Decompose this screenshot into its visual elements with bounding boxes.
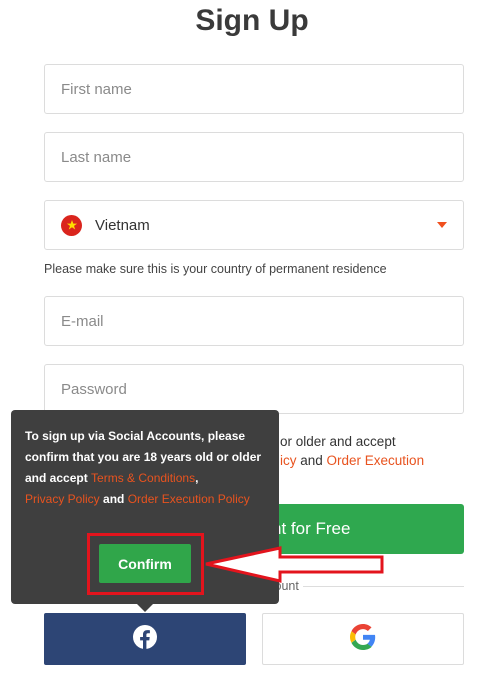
- country-select[interactable]: Vietnam: [44, 200, 464, 250]
- order-execution-link-partial[interactable]: Order Execution: [327, 453, 425, 468]
- tooltip-pointer: [137, 604, 153, 612]
- tooltip-comma: ,: [195, 471, 199, 485]
- privacy-policy-link[interactable]: Privacy Policy: [25, 492, 100, 506]
- facebook-icon: [133, 624, 157, 654]
- chevron-down-icon[interactable]: [437, 222, 447, 228]
- facebook-signup-button[interactable]: [44, 613, 246, 665]
- first-name-field[interactable]: [44, 64, 464, 114]
- pointer-arrow-icon: [205, 546, 384, 583]
- vietnam-flag-icon: [61, 214, 82, 236]
- order-execution-policy-link[interactable]: Order Execution Policy: [128, 492, 250, 506]
- consent-and: and: [296, 453, 327, 468]
- privacy-policy-link-partial[interactable]: icy: [280, 453, 297, 468]
- country-value: Vietnam: [95, 216, 150, 234]
- consent-text: or older and accept icy and Order Execut…: [280, 432, 480, 470]
- confirm-button[interactable]: Confirm: [99, 544, 191, 583]
- tooltip-and: and: [99, 492, 128, 506]
- password-field[interactable]: [44, 364, 464, 414]
- consent-line: or older and accept: [280, 434, 396, 449]
- last-name-input[interactable]: [45, 133, 463, 181]
- first-name-input[interactable]: [45, 65, 463, 113]
- google-signup-button[interactable]: [262, 613, 464, 665]
- email-input[interactable]: [45, 297, 463, 345]
- google-icon: [350, 623, 376, 655]
- residence-note: Please make sure this is your country of…: [44, 262, 387, 276]
- tooltip-text: To sign up via Social Accounts, please c…: [25, 426, 265, 510]
- last-name-field[interactable]: [44, 132, 464, 182]
- page-title: Sign Up: [195, 4, 309, 37]
- terms-link[interactable]: Terms & Conditions: [91, 471, 195, 485]
- password-input[interactable]: [45, 365, 463, 413]
- email-field[interactable]: [44, 296, 464, 346]
